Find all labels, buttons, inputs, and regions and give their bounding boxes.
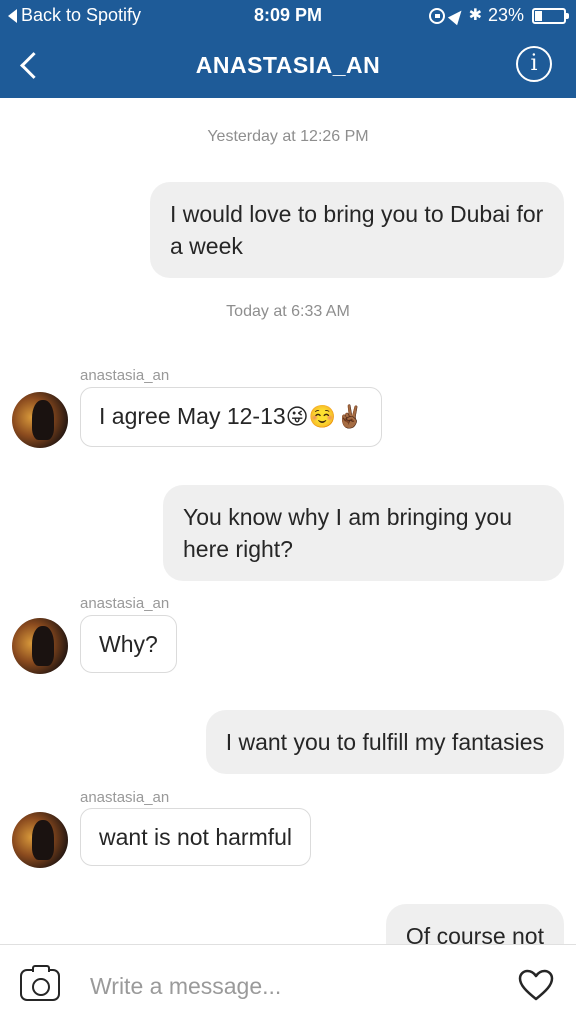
outgoing-message[interactable]: I want you to fulfill my fantasies bbox=[205, 710, 564, 774]
incoming-message[interactable]: want is not harmful bbox=[80, 808, 312, 866]
message-composer bbox=[0, 944, 576, 1024]
location-icon bbox=[447, 6, 466, 25]
avatar[interactable] bbox=[12, 392, 68, 448]
status-indicators: ✱ 23% bbox=[428, 5, 569, 26]
camera-icon[interactable] bbox=[20, 965, 60, 1001]
sender-name: anastasia_an bbox=[80, 789, 170, 806]
outgoing-message[interactable]: I would love to bring you to Dubai for a… bbox=[150, 182, 564, 278]
timestamp: Today at 6:33 AM bbox=[226, 303, 350, 320]
heart-icon[interactable] bbox=[518, 969, 554, 1001]
message-input[interactable] bbox=[90, 969, 470, 1003]
app-header: Back to Spotify 8:09 PM ✱ 23% ANASTASIA_… bbox=[0, 0, 576, 98]
info-icon[interactable]: i bbox=[516, 46, 552, 82]
message-text: I agree May 12-13 bbox=[99, 403, 286, 429]
avatar[interactable] bbox=[12, 618, 68, 674]
sender-name: anastasia_an bbox=[80, 595, 170, 612]
bluetooth-icon: ✱ bbox=[468, 6, 482, 24]
outgoing-message[interactable]: You know why I am bringing you here righ… bbox=[163, 485, 564, 581]
incoming-message[interactable]: I agree May 12-13😜☺️✌🏾 bbox=[80, 387, 383, 447]
battery-percent: 23% bbox=[487, 5, 524, 25]
battery-icon bbox=[532, 7, 569, 24]
avatar[interactable] bbox=[12, 812, 68, 868]
timestamp: Yesterday at 12:26 PM bbox=[207, 128, 369, 145]
conversation-title: ANASTASIA_AN bbox=[195, 52, 381, 78]
message-emoji: 😜☺️✌🏾 bbox=[285, 405, 364, 430]
sender-name: anastasia_an bbox=[80, 367, 170, 384]
incoming-message[interactable]: Why? bbox=[80, 615, 177, 673]
rotation-lock-icon bbox=[428, 7, 445, 24]
status-bar: Back to Spotify 8:09 PM ✱ 23% bbox=[0, 0, 576, 32]
